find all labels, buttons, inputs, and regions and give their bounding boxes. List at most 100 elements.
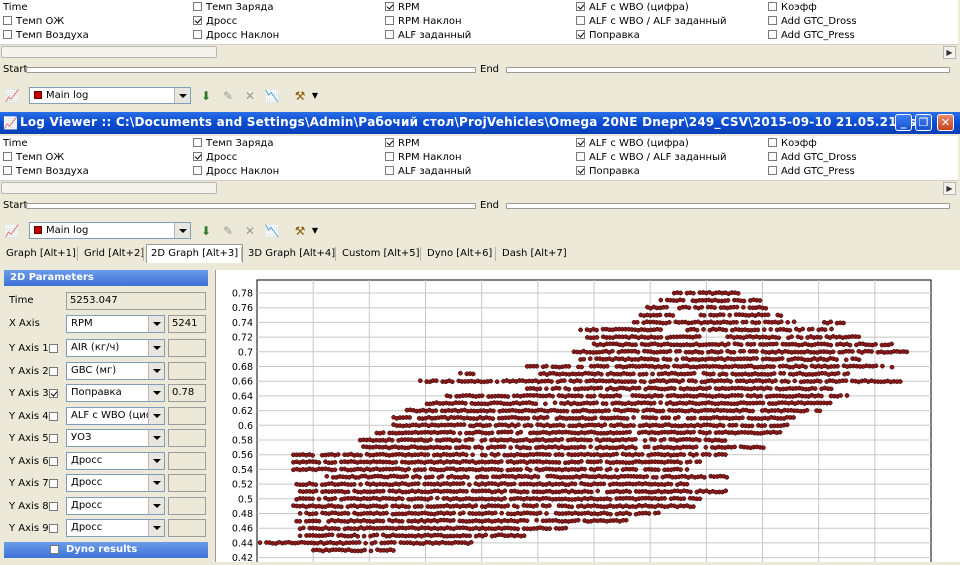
- yaxis-select[interactable]: GBC (мг): [66, 361, 165, 380]
- edit-icon[interactable]: ✎: [220, 223, 236, 239]
- chart-icon[interactable]: 📈: [4, 223, 20, 239]
- tab-2[interactable]: 2D Graph [Alt+3]: [146, 244, 244, 263]
- param-col4-2[interactable]: Поправка: [576, 165, 640, 179]
- param-col2-0[interactable]: Темп Заряда: [193, 137, 273, 151]
- param-checkbox[interactable]: [385, 138, 394, 147]
- yaxis-checkbox[interactable]: [49, 524, 58, 533]
- param-col1-2[interactable]: Темп Воздуха: [3, 165, 89, 179]
- tools-dropdown-icon[interactable]: ▼: [310, 88, 320, 104]
- tab-6[interactable]: Dash [Alt+7]: [498, 245, 571, 263]
- dropdown-arrow-icon[interactable]: [148, 316, 164, 332]
- yaxis-select[interactable]: Поправка: [66, 384, 165, 402]
- param-col1-1[interactable]: Темп ОЖ: [3, 151, 64, 165]
- close-x-icon[interactable]: ✕: [242, 223, 258, 239]
- dropdown-arrow-icon[interactable]: [148, 520, 164, 536]
- tab-1[interactable]: Grid [Alt+2]: [80, 245, 148, 263]
- tab-3[interactable]: 3D Graph [Alt+4]: [244, 245, 339, 263]
- param-checkbox[interactable]: [3, 152, 12, 161]
- chart-icon[interactable]: 📈: [4, 88, 20, 104]
- param-col5-0[interactable]: Коэфф: [768, 1, 817, 15]
- param-col4-0[interactable]: ALF с WBO (цифра): [576, 1, 689, 15]
- dropdown-arrow-icon[interactable]: [148, 407, 164, 424]
- param-checkbox[interactable]: [768, 138, 777, 147]
- param-col5-1[interactable]: Add GTC_Dross: [768, 151, 857, 165]
- scroll-right-arrow-icon[interactable]: ▶: [943, 182, 956, 195]
- graph-settings-icon[interactable]: 📉: [264, 88, 280, 104]
- param-checkbox[interactable]: [193, 30, 202, 39]
- param-col4-2[interactable]: Поправка: [576, 29, 640, 43]
- param-col4-1[interactable]: ALF с WBO / ALF заданный: [576, 151, 727, 165]
- scroll-thumb[interactable]: [1, 182, 217, 194]
- param-col3-0[interactable]: RPM: [385, 1, 420, 15]
- scatter-chart[interactable]: 0.78 0.76 0.74 0.72 0.7 0.68 0.66 0.64 0.62 0.6 0.…: [216, 270, 960, 565]
- dropdown-arrow-icon[interactable]: [148, 340, 164, 356]
- param-col2-1[interactable]: Дросс: [193, 15, 237, 29]
- edit-icon[interactable]: ✎: [220, 88, 236, 104]
- param-checkbox[interactable]: [768, 152, 777, 161]
- param-checkbox[interactable]: [193, 166, 202, 175]
- yaxis-checkbox[interactable]: [49, 366, 58, 376]
- param-checkbox[interactable]: [768, 30, 777, 39]
- log-select[interactable]: Main log: [29, 87, 191, 104]
- yaxis-select[interactable]: Дросс: [66, 474, 165, 492]
- start-slider[interactable]: [26, 67, 476, 73]
- scatter-graph[interactable]: 0.78 0.76 0.74 0.72 0.7 0.68 0.66 0.64 0.62 0.6 0.…: [215, 270, 960, 565]
- param-col1-2[interactable]: Темп Воздуха: [3, 29, 89, 43]
- param-col5-1[interactable]: Add GTC_Dross: [768, 15, 857, 29]
- param-col2-1[interactable]: Дросс: [193, 151, 237, 165]
- close-icon[interactable]: ✕: [937, 114, 954, 131]
- param-checkbox[interactable]: [193, 152, 202, 161]
- horizontal-scrollbar-top[interactable]: ▶: [0, 44, 958, 59]
- yaxis-select[interactable]: Дросс: [66, 519, 165, 537]
- param-checkbox[interactable]: [768, 166, 777, 175]
- yaxis-checkbox[interactable]: [49, 389, 58, 398]
- param-col2-2[interactable]: Дросс Наклон: [193, 29, 279, 43]
- yaxis-select[interactable]: Дросс: [66, 496, 165, 515]
- yaxis-select[interactable]: ALF с WBO (циф: [66, 406, 165, 425]
- param-checkbox[interactable]: [385, 166, 394, 175]
- param-checkbox[interactable]: [193, 138, 202, 147]
- tab-5[interactable]: Dyno [Alt+6]: [423, 245, 496, 263]
- yaxis-checkbox[interactable]: [49, 344, 58, 353]
- param-col3-1[interactable]: RPM Наклон: [385, 15, 462, 29]
- end-slider[interactable]: [506, 67, 950, 73]
- dropdown-arrow-icon[interactable]: [148, 362, 164, 379]
- param-col5-2[interactable]: Add GTC_Press: [768, 29, 855, 43]
- param-checkbox[interactable]: [576, 152, 585, 161]
- param-checkbox[interactable]: [576, 166, 585, 175]
- yaxis-checkbox[interactable]: [49, 479, 58, 488]
- log-select[interactable]: Main log: [29, 222, 191, 239]
- param-checkbox[interactable]: [576, 138, 585, 147]
- start-slider[interactable]: [26, 203, 476, 209]
- tools-dropdown-icon[interactable]: ▼: [310, 223, 320, 239]
- param-checkbox[interactable]: [576, 16, 585, 25]
- param-checkbox[interactable]: [576, 2, 585, 11]
- download-arrow-icon[interactable]: ⬇: [198, 88, 214, 104]
- yaxis-checkbox[interactable]: [49, 434, 58, 443]
- yaxis-checkbox[interactable]: [49, 411, 58, 421]
- yaxis-select[interactable]: УОЗ: [66, 429, 165, 447]
- dropdown-arrow-icon[interactable]: [174, 223, 190, 238]
- param-col3-2[interactable]: ALF заданный: [385, 29, 471, 43]
- param-checkbox[interactable]: [576, 30, 585, 39]
- tools-icon[interactable]: ⚒: [292, 88, 308, 104]
- param-checkbox[interactable]: [385, 16, 394, 25]
- dropdown-arrow-icon[interactable]: [148, 475, 164, 491]
- dyno-results-checkbox[interactable]: [50, 545, 59, 554]
- param-checkbox[interactable]: [385, 30, 394, 39]
- minimize-icon[interactable]: _: [895, 114, 912, 131]
- param-col2-2[interactable]: Дросс Наклон: [193, 165, 279, 179]
- param-col4-1[interactable]: ALF с WBO / ALF заданный: [576, 15, 727, 29]
- graph-settings-icon[interactable]: 📉: [264, 223, 280, 239]
- tab-0[interactable]: Graph [Alt+1]: [2, 245, 80, 263]
- yaxis-select[interactable]: AIR (кг/ч): [66, 339, 165, 357]
- download-arrow-icon[interactable]: ⬇: [198, 223, 214, 239]
- param-checkbox[interactable]: [3, 166, 12, 175]
- param-col3-2[interactable]: ALF заданный: [385, 165, 471, 179]
- param-col5-0[interactable]: Коэфф: [768, 137, 817, 151]
- end-slider[interactable]: [506, 203, 950, 209]
- param-col3-0[interactable]: RPM: [385, 137, 420, 151]
- param-checkbox[interactable]: [3, 30, 12, 39]
- param-col2-0[interactable]: Темп Заряда: [193, 1, 273, 15]
- dropdown-arrow-icon[interactable]: [148, 452, 164, 469]
